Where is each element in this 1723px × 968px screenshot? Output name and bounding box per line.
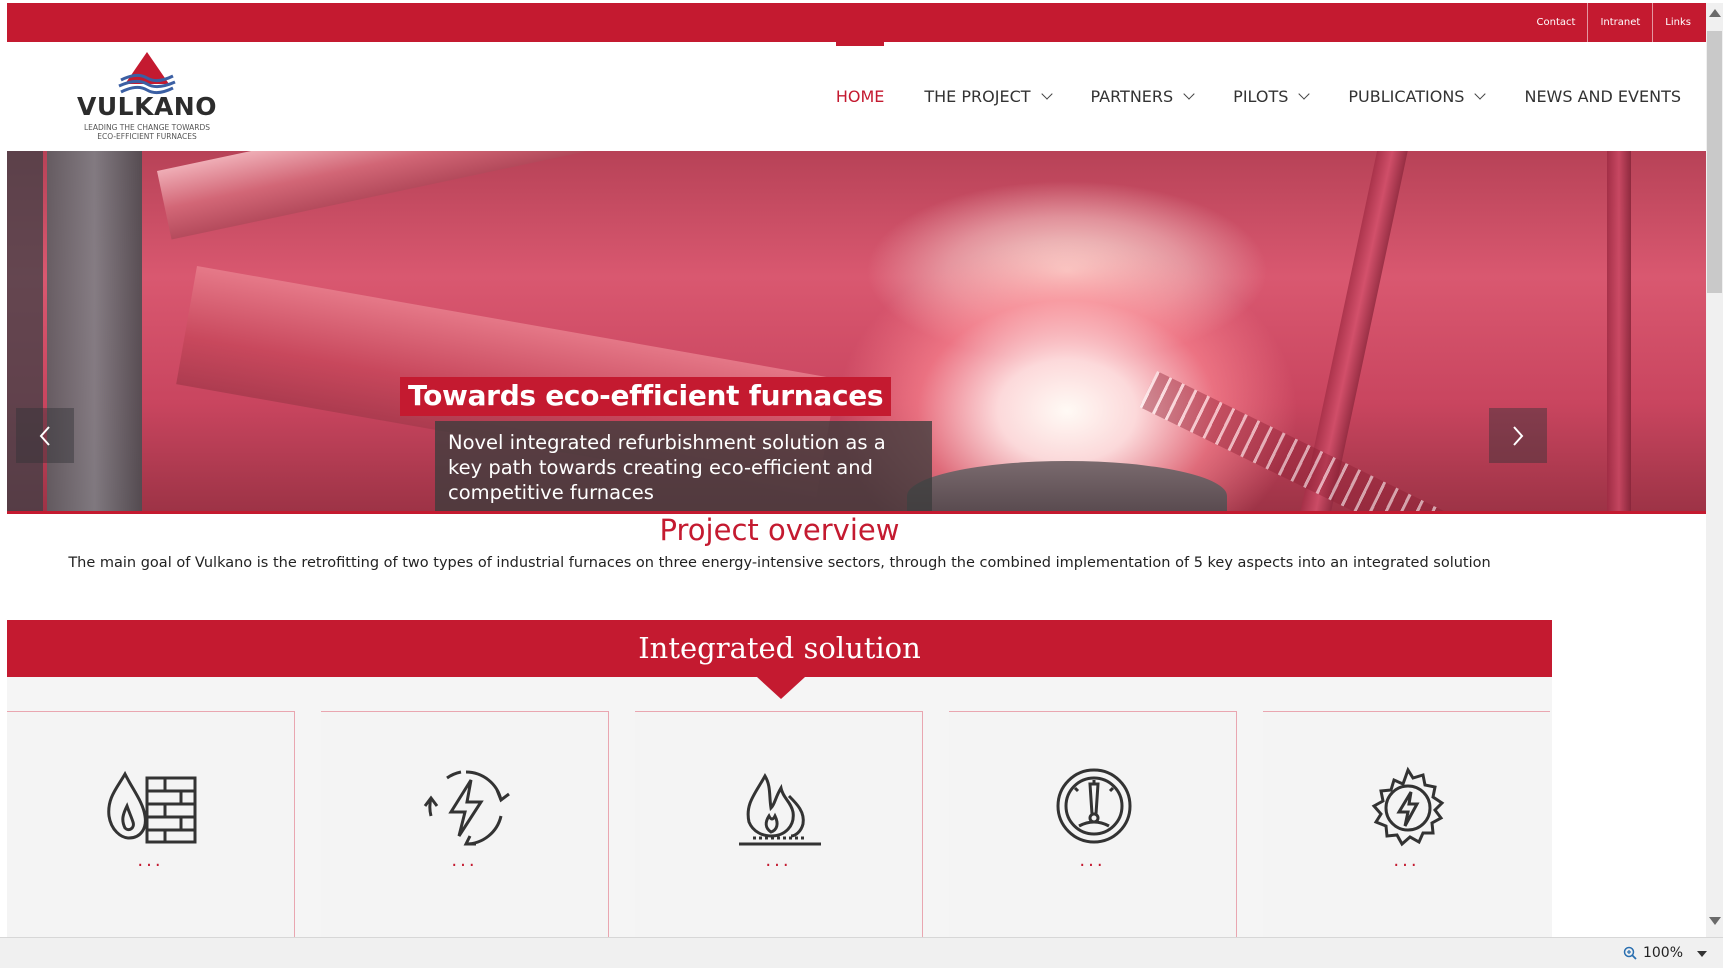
card-caption: ... <box>1079 850 1106 871</box>
overview-text: The main goal of Vulkano is the retrofit… <box>68 555 1491 571</box>
hero-bg-pipe <box>157 151 915 240</box>
nav-publications-label: PUBLICATIONS <box>1348 87 1465 106</box>
gear-lightning-icon <box>1371 766 1445 847</box>
brand-wordmark: VULKANO <box>77 92 217 121</box>
chevron-down-icon <box>1040 88 1053 100</box>
zoom-control[interactable]: 100% <box>1623 945 1683 961</box>
zoom-magnifier-icon <box>1623 946 1637 960</box>
card-caption: ... <box>765 850 792 871</box>
hero-bg-crucible <box>907 461 1227 511</box>
vertical-scrollbar[interactable] <box>1706 3 1723 937</box>
volcano-logo-icon <box>118 52 176 95</box>
banner-pointer <box>757 677 805 699</box>
solution-card-4[interactable]: ... <box>949 711 1237 937</box>
nav-pilots-label: PILOTS <box>1233 87 1289 106</box>
nav-partners[interactable]: PARTNERS <box>1090 42 1195 151</box>
chevron-right-icon <box>1513 425 1524 446</box>
nav-home[interactable]: HOME <box>835 42 885 151</box>
card-caption: ... <box>137 850 164 871</box>
solution-card-5[interactable]: ... <box>1263 711 1550 937</box>
links-link[interactable]: Links <box>1652 3 1703 42</box>
slider-prev-button[interactable] <box>16 408 74 463</box>
zoom-dropdown-icon[interactable] <box>1697 951 1707 957</box>
integrated-solution-title: Integrated solution <box>638 631 921 665</box>
scroll-thumb[interactable] <box>1707 31 1722 293</box>
nav-partners-label: PARTNERS <box>1090 87 1174 106</box>
browser-status-bar: 100% <box>0 937 1723 968</box>
main-nav: HOME THE PROJECT PARTNERS PILOTS PUBLICA… <box>796 42 1681 151</box>
integrated-solution-banner: Integrated solution <box>7 620 1552 677</box>
hero-subtitle: Novel integrated refurbishment solution … <box>435 421 932 511</box>
flame-burner-icon <box>739 773 821 846</box>
nav-news-and-events[interactable]: NEWS AND EVENTS <box>1524 42 1681 151</box>
nav-the-project-label: THE PROJECT <box>924 87 1031 106</box>
top-links: Contact Intranet Links <box>1525 3 1703 42</box>
zoom-level: 100% <box>1642 945 1683 961</box>
energy-cycle-icon <box>423 770 510 846</box>
scroll-down-arrow-icon[interactable] <box>1709 917 1721 925</box>
nav-the-project[interactable]: THE PROJECT <box>924 42 1053 151</box>
tagline-line-2: ECO-EFFICIENT FURNACES <box>97 132 197 141</box>
brand-tagline: LEADING THE CHANGE TOWARDS ECO-EFFICIENT… <box>77 123 217 141</box>
page: Contact Intranet Links VULKANO LEADING T… <box>7 3 1707 937</box>
card-caption: ... <box>451 850 478 871</box>
card-caption: ... <box>1393 850 1420 871</box>
chevron-down-icon <box>1474 88 1487 100</box>
solution-card-2[interactable]: ... <box>321 711 609 937</box>
hero-bg-beam <box>1607 151 1631 511</box>
nav-pilots[interactable]: PILOTS <box>1233 42 1311 151</box>
top-bar: Contact Intranet Links <box>7 3 1707 42</box>
solution-card-1[interactable]: ... <box>7 711 295 937</box>
site-header: VULKANO LEADING THE CHANGE TOWARDS ECO-E… <box>7 42 1707 151</box>
nav-publications[interactable]: PUBLICATIONS <box>1348 42 1487 151</box>
gauge-icon <box>1056 768 1132 844</box>
intranet-link[interactable]: Intranet <box>1587 3 1652 42</box>
hero-slider: Towards eco-efficient furnaces Novel int… <box>7 151 1707 514</box>
tagline-line-1: LEADING THE CHANGE TOWARDS <box>83 123 211 132</box>
vulkano-logo[interactable]: VULKANO LEADING THE CHANGE TOWARDS ECO-E… <box>77 50 217 141</box>
chevron-left-icon <box>39 425 50 446</box>
chevron-down-icon <box>1183 88 1195 100</box>
overview-title: Project overview <box>659 513 900 547</box>
slider-next-button[interactable] <box>1489 408 1547 463</box>
scroll-up-arrow-icon[interactable] <box>1709 9 1721 17</box>
chevron-down-icon <box>1298 88 1311 100</box>
nav-home-label: HOME <box>835 87 885 106</box>
contact-link[interactable]: Contact <box>1525 3 1588 42</box>
hero-title: Towards eco-efficient furnaces <box>400 377 892 416</box>
solution-card-3[interactable]: ... <box>635 711 923 937</box>
brick-wall-flame-icon <box>107 770 197 844</box>
nav-news-and-events-label: NEWS AND EVENTS <box>1524 87 1681 106</box>
